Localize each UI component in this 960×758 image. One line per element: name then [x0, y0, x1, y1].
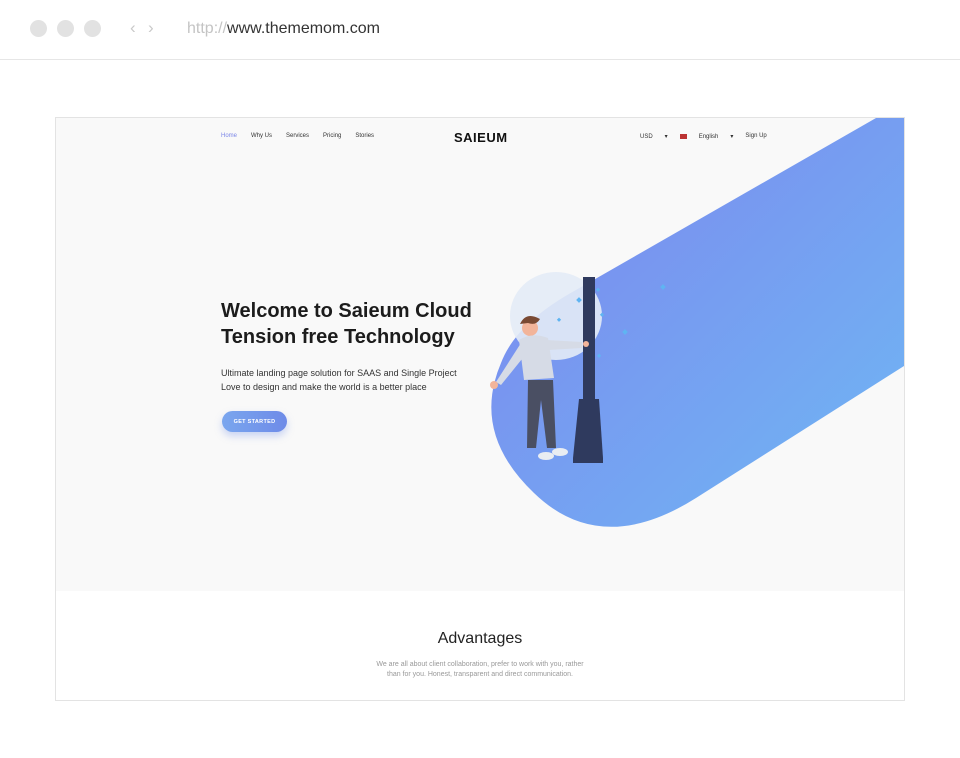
hero-title: Welcome to Saieum Cloud Tension free Tec… [221, 298, 472, 350]
brand-logo[interactable]: SAIEUM [454, 130, 508, 145]
nav-item-stories[interactable]: Stories [355, 133, 374, 139]
browser-chrome: ‹ › http://www.thememom.com [0, 0, 960, 60]
back-arrow-icon[interactable]: ‹ [130, 18, 136, 38]
window-close-dot[interactable] [30, 20, 47, 37]
forward-arrow-icon[interactable]: › [148, 18, 154, 38]
hero-subtitle: Ultimate landing page solution for SAAS … [221, 366, 457, 394]
advantages-text: We are all about client collaboration, p… [56, 660, 904, 680]
hero-subtitle-line-1: Ultimate landing page solution for SAAS … [221, 368, 457, 378]
advantages-text-line-2: than for you. Honest, transparent and di… [387, 671, 573, 678]
language-dropdown[interactable]: English ▾ [679, 133, 733, 140]
hero-subtitle-line-2: Love to design and make the world is a b… [221, 382, 427, 392]
currency-label: USD [640, 134, 653, 140]
nav-item-why-us[interactable]: Why Us [251, 133, 272, 139]
hero-gradient-band [490, 118, 904, 527]
window-maximize-dot[interactable] [84, 20, 101, 37]
us-flag-icon [679, 133, 687, 139]
advantages-title: Advantages [437, 630, 523, 647]
page-frame: Home Why Us Services Pricing Stories SAI… [55, 117, 905, 701]
url-host: www.thememom.com [227, 20, 380, 37]
hero-section: Home Why Us Services Pricing Stories SAI… [56, 118, 904, 591]
nav-item-home[interactable]: Home [221, 133, 237, 139]
window-minimize-dot[interactable] [57, 20, 74, 37]
hero-title-line-2: Tension free Technology [221, 326, 455, 348]
utility-nav: USD ▾ English ▾ Sign Up [640, 133, 779, 140]
hero-title-line-1: Welcome to Saieum Cloud [221, 300, 472, 322]
address-bar[interactable]: http://www.thememom.com [187, 19, 380, 39]
signup-link[interactable]: Sign Up [745, 133, 766, 140]
get-started-button[interactable]: GET STARTED [222, 411, 287, 432]
url-protocol: http:// [187, 20, 228, 37]
currency-dropdown[interactable]: USD ▾ [640, 133, 668, 140]
nav-item-pricing[interactable]: Pricing [323, 133, 341, 139]
language-label: English [698, 134, 719, 140]
advantages-text-line-1: We are all about client collaboration, p… [376, 661, 584, 668]
main-nav: Home Why Us Services Pricing Stories [221, 133, 388, 139]
nav-item-services[interactable]: Services [286, 133, 309, 139]
